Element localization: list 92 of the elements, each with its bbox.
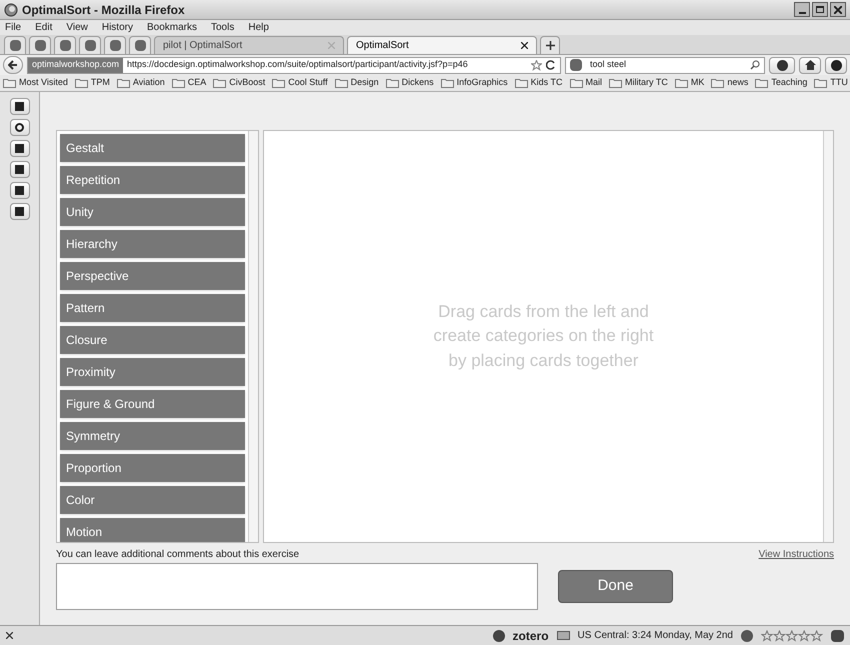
folder-icon — [440, 78, 454, 88]
card[interactable]: Perspective — [60, 262, 245, 290]
keyboard-icon — [556, 631, 570, 640]
site-identity[interactable]: optimalworkshop.com — [28, 58, 124, 72]
folder-icon — [570, 78, 583, 88]
browser-tab[interactable]: pilot | OptimalSort — [154, 36, 344, 54]
adblock-button[interactable] — [769, 56, 795, 74]
address-field[interactable]: optimalworkshop.com https://docdesign.optimalworkshop.com/suite/optimalsort/participant/activity.jsf?p=p46 — [27, 56, 561, 74]
folder-icon — [272, 78, 286, 88]
folder-icon — [172, 78, 185, 88]
card[interactable]: Color — [60, 486, 245, 514]
comments-field[interactable] — [56, 563, 538, 610]
folder-icon — [213, 78, 226, 88]
menu-item[interactable]: Tools — [211, 20, 234, 35]
new-tab-button[interactable] — [540, 36, 560, 54]
view-instructions-link[interactable]: View Instructions — [758, 547, 834, 562]
scrollbar[interactable] — [248, 131, 258, 542]
card[interactable]: Motion — [60, 518, 245, 542]
menu-item[interactable]: File — [5, 20, 22, 35]
bookmark[interactable]: Design — [334, 76, 379, 90]
folder-icon — [711, 78, 724, 88]
close-icon[interactable] — [6, 632, 13, 639]
bookmark[interactable]: Cool Stuff — [272, 76, 328, 90]
card[interactable]: Unity — [60, 198, 245, 226]
bookmark[interactable]: Kids TC — [514, 76, 563, 90]
menu-item[interactable]: History — [102, 20, 133, 35]
back-button[interactable] — [3, 56, 23, 74]
pinned-tab[interactable] — [4, 36, 26, 54]
folder-icon — [755, 78, 768, 88]
search-icon[interactable] — [750, 60, 760, 70]
addon-icon[interactable] — [492, 630, 505, 642]
card[interactable]: Proportion — [60, 454, 245, 482]
pinned-tab[interactable] — [54, 36, 76, 54]
scrollbar[interactable] — [823, 131, 833, 542]
card[interactable]: Gestalt — [60, 134, 245, 162]
bookmark[interactable]: MK — [674, 76, 704, 90]
folder-icon — [116, 78, 130, 88]
close-icon[interactable] — [830, 2, 846, 17]
folder-icon — [609, 78, 622, 88]
folder-icon — [74, 78, 88, 88]
reload-icon[interactable] — [546, 60, 556, 70]
bookmark[interactable]: Mail — [570, 76, 602, 90]
bookmark[interactable]: news — [711, 76, 748, 90]
rating-stars-icon[interactable] — [761, 630, 823, 642]
home-icon — [804, 60, 816, 70]
zotero-button[interactable]: zotero — [512, 626, 549, 644]
minimize-icon[interactable] — [794, 2, 810, 17]
maximize-icon[interactable] — [812, 2, 828, 17]
clock-text: US Central: 3:24 Monday, May 2nd — [578, 629, 733, 643]
browser-tab[interactable]: OptimalSort — [347, 36, 537, 54]
folder-icon — [674, 78, 688, 88]
bookmark[interactable]: Teaching — [755, 76, 808, 90]
bookmark[interactable]: InfoGraphics — [440, 76, 508, 90]
browser-logo-icon — [4, 2, 18, 16]
done-button[interactable]: Done — [558, 570, 673, 603]
search-field[interactable]: tool steel — [565, 56, 765, 74]
folder-icon — [514, 78, 528, 88]
folder-icon — [814, 78, 828, 88]
bookmark[interactable]: CEA — [172, 76, 206, 90]
card[interactable]: Pattern — [60, 294, 245, 322]
card[interactable]: Proximity — [60, 358, 245, 386]
star-icon[interactable] — [531, 60, 542, 70]
bookmark[interactable]: Most Visited — [3, 76, 68, 90]
folder-icon — [386, 78, 399, 88]
pinned-tab[interactable] — [104, 36, 126, 54]
extension-button[interactable] — [825, 56, 847, 74]
card[interactable]: Hierarchy — [60, 230, 245, 258]
menu-item[interactable]: View — [66, 20, 88, 35]
bookmark[interactable]: Dickens — [386, 76, 434, 90]
pinned-tab[interactable] — [79, 36, 101, 54]
home-button[interactable] — [799, 56, 821, 74]
tab-close-icon[interactable] — [521, 42, 528, 49]
bookmark[interactable]: Aviation — [116, 76, 165, 90]
bookmark[interactable]: TTU — [814, 76, 848, 90]
card[interactable]: Repetition — [60, 166, 245, 194]
folder-icon — [334, 78, 348, 88]
menu-item[interactable]: Edit — [35, 20, 52, 35]
comments-label: You can leave additional comments about this exercise — [56, 548, 300, 562]
menu-item[interactable]: Bookmarks — [146, 20, 197, 35]
folder-icon — [3, 78, 16, 88]
bookmark[interactable]: CivBoost — [213, 76, 266, 90]
plus-icon — [546, 41, 554, 50]
card[interactable]: Figure & Ground — [60, 390, 245, 418]
pinned-tab[interactable] — [29, 36, 51, 54]
card[interactable]: Symmetry — [60, 422, 245, 450]
card[interactable]: Closure — [60, 326, 245, 354]
bookmark[interactable]: TPM — [74, 76, 110, 90]
back-arrow-icon — [8, 60, 18, 70]
window-title: OptimalSort - Mozilla Firefox — [22, 2, 185, 18]
menu-item[interactable]: Help — [248, 20, 269, 35]
pinned-tab[interactable] — [129, 36, 151, 54]
bookmark[interactable]: Military TC — [609, 76, 668, 90]
